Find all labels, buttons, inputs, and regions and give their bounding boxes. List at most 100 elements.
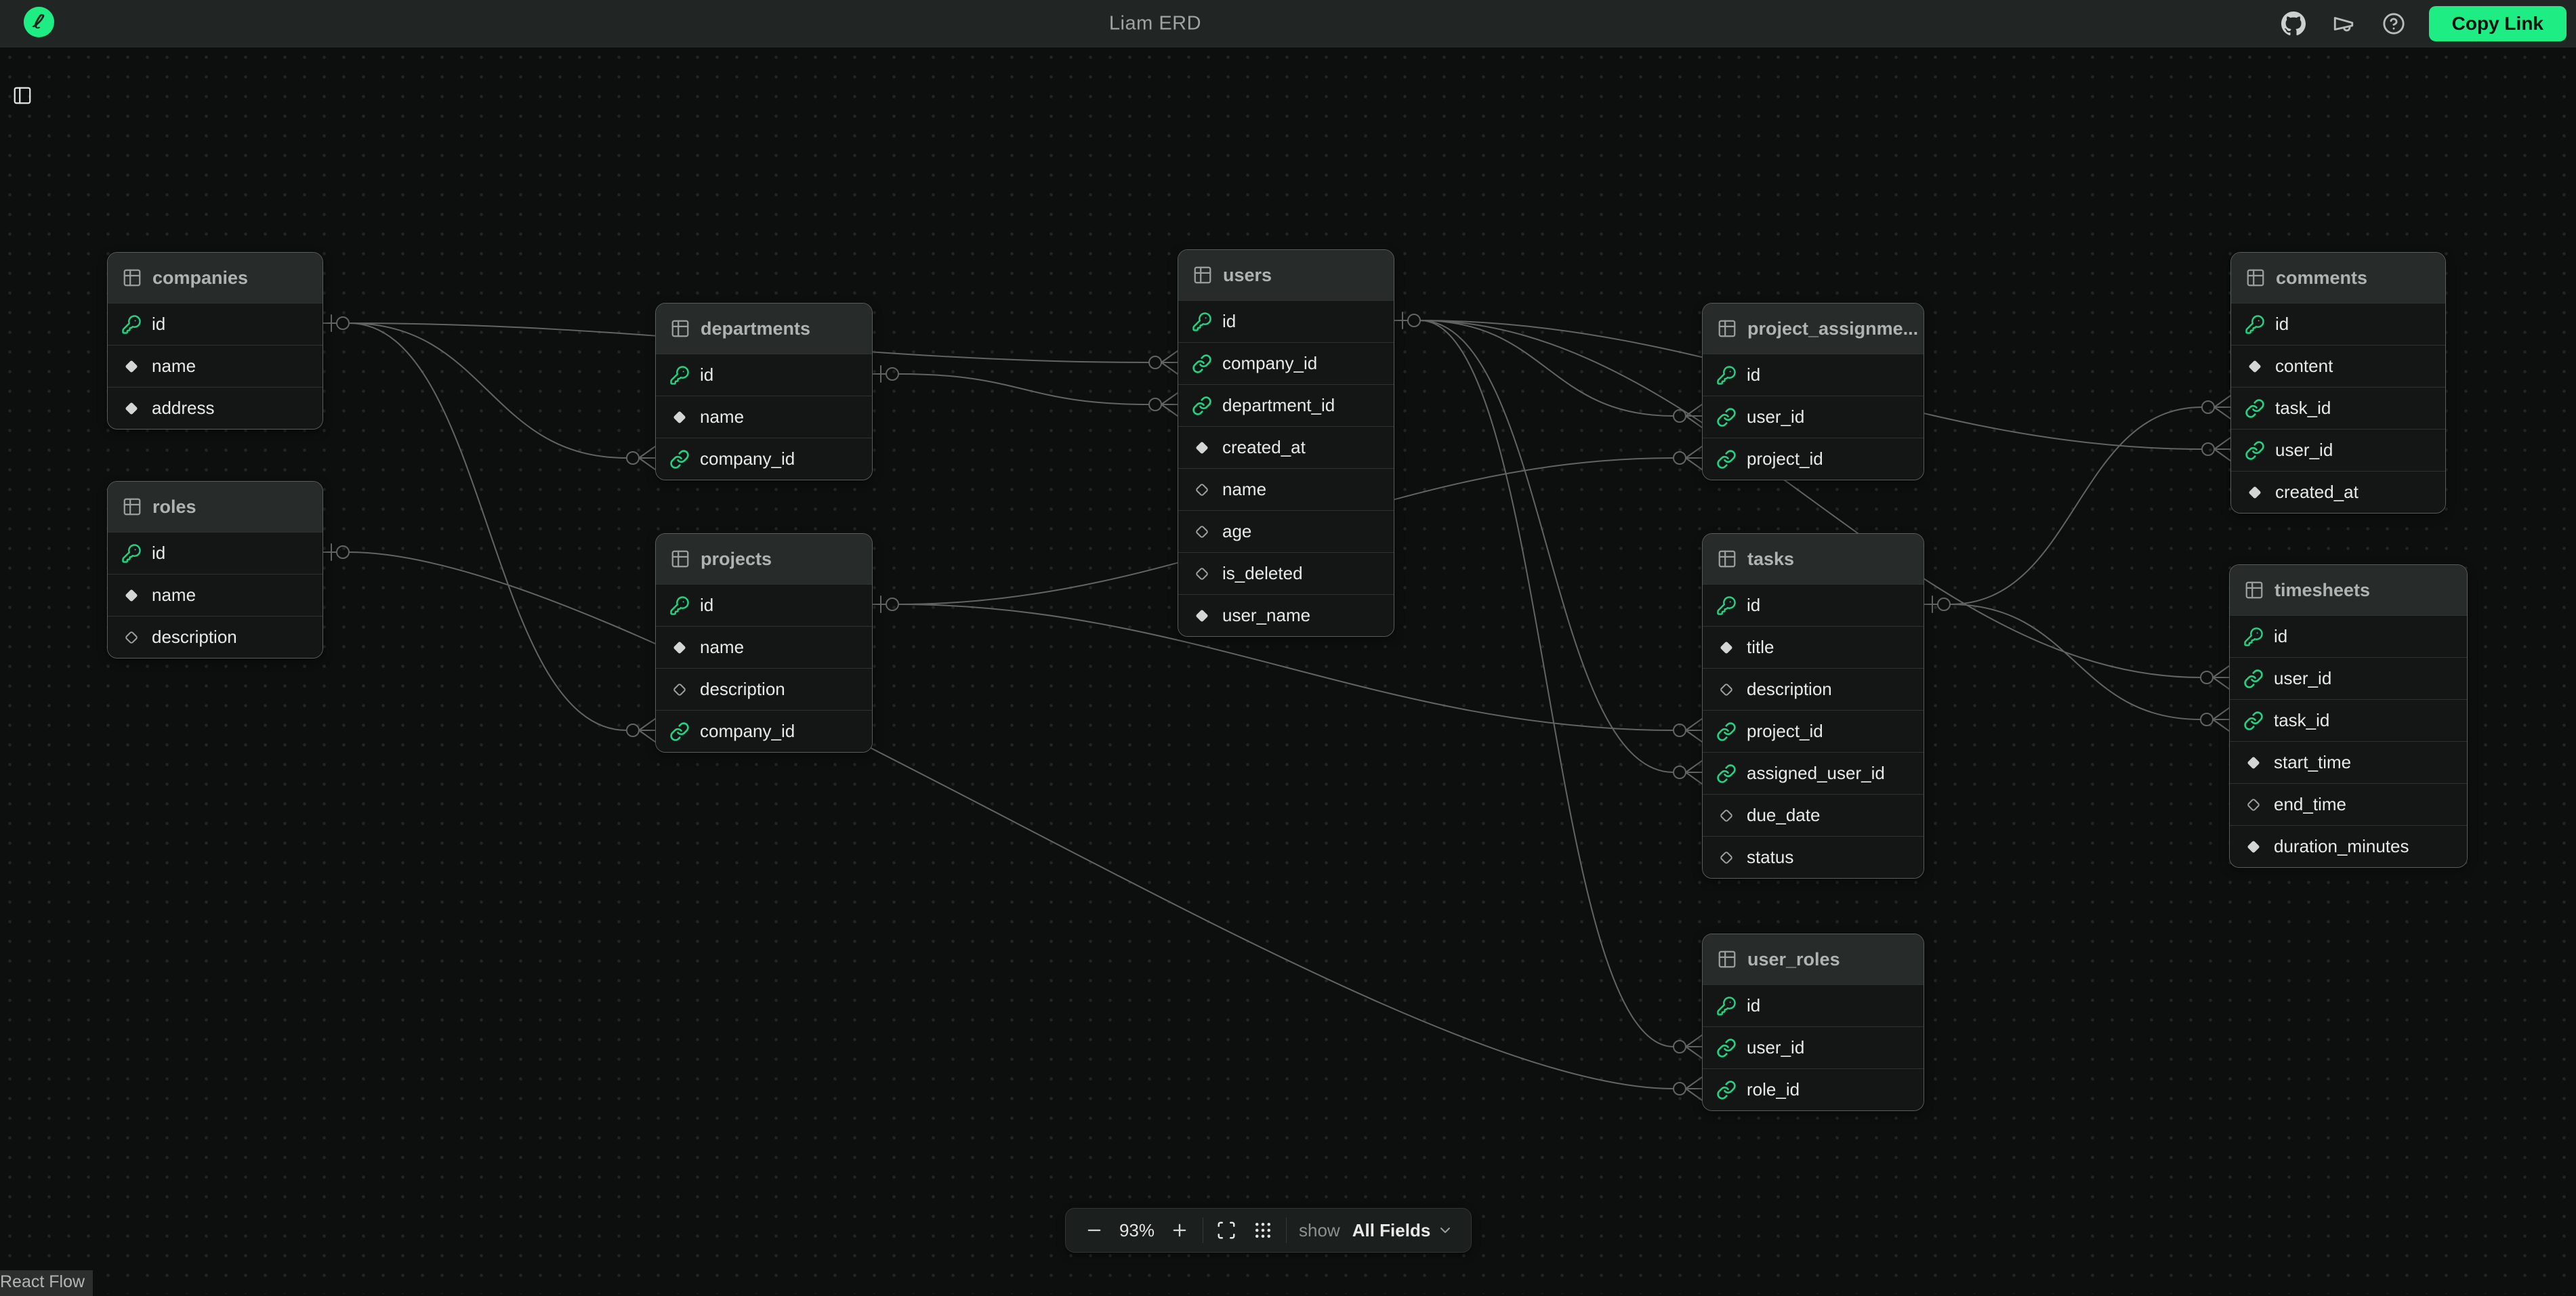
field-row-roles-id[interactable]: id — [108, 532, 323, 574]
field-row-comments-content[interactable]: content — [2231, 345, 2445, 387]
table-title: project_assignme... — [1747, 318, 1918, 339]
field-row-departments-name[interactable]: name — [656, 396, 872, 438]
table-header-timesheets[interactable]: timesheets — [2230, 565, 2467, 615]
table-node-project_assignments[interactable]: project_assignme...iduser_idproject_id — [1702, 303, 1924, 480]
field-label: id — [2274, 626, 2287, 647]
field-row-project_assignments-user_id[interactable]: user_id — [1703, 396, 1924, 438]
field-row-comments-task_id[interactable]: task_id — [2231, 387, 2445, 429]
field-row-users-user_name[interactable]: user_name — [1178, 594, 1394, 636]
zoom-in-button[interactable] — [1166, 1215, 1193, 1245]
tidy-up-button[interactable] — [1249, 1215, 1276, 1245]
field-row-project_assignments-project_id[interactable]: project_id — [1703, 438, 1924, 480]
field-row-timesheets-duration_minutes[interactable]: duration_minutes — [2230, 825, 2467, 867]
field-row-tasks-status[interactable]: status — [1703, 836, 1924, 878]
field-row-tasks-id[interactable]: id — [1703, 584, 1924, 626]
link-icon — [2245, 440, 2265, 461]
field-row-tasks-due_date[interactable]: due_date — [1703, 794, 1924, 836]
field-label: id — [700, 364, 713, 385]
field-label: name — [152, 585, 196, 606]
field-row-users-age[interactable]: age — [1178, 510, 1394, 552]
table-header-project_assignments[interactable]: project_assignme... — [1703, 304, 1924, 354]
field-row-departments-id[interactable]: id — [656, 354, 872, 396]
cardinality-circle — [1149, 398, 1161, 411]
cardinality-circle — [337, 317, 349, 329]
table-header-companies[interactable]: companies — [108, 253, 323, 303]
fields-filter-dropdown[interactable]: All Fields — [1350, 1220, 1457, 1241]
field-row-users-created_at[interactable]: created_at — [1178, 426, 1394, 468]
table-header-departments[interactable]: departments — [656, 304, 872, 354]
key-icon — [121, 543, 142, 564]
field-row-user_roles-id[interactable]: id — [1703, 984, 1924, 1026]
table-header-users[interactable]: users — [1178, 250, 1394, 300]
table-node-tasks[interactable]: tasksidtitledescriptionproject_idassigne… — [1702, 533, 1924, 879]
table-header-roles[interactable]: roles — [108, 482, 323, 532]
table-header-tasks[interactable]: tasks — [1703, 534, 1924, 584]
cardinality-circle — [2202, 443, 2214, 455]
field-row-departments-company_id[interactable]: company_id — [656, 438, 872, 480]
field-row-user_roles-role_id[interactable]: role_id — [1703, 1068, 1924, 1110]
field-row-users-company_id[interactable]: company_id — [1178, 342, 1394, 384]
table-header-projects[interactable]: projects — [656, 534, 872, 584]
diamond-filled-icon — [121, 398, 142, 419]
table-node-user_roles[interactable]: user_rolesiduser_idrole_id — [1702, 934, 1924, 1111]
field-row-roles-name[interactable]: name — [108, 574, 323, 616]
field-row-tasks-assigned_user_id[interactable]: assigned_user_id — [1703, 752, 1924, 794]
field-row-timesheets-end_time[interactable]: end_time — [2230, 783, 2467, 825]
table-node-timesheets[interactable]: timesheets id user_idtask_idstart_timeend_… — [2229, 564, 2468, 868]
erd-canvas[interactable]: companiesidnameaddressrolesidnamedescrip… — [0, 0, 2576, 1294]
field-row-timesheets-user_id[interactable]: user_id — [2230, 657, 2467, 699]
field-row-tasks-title[interactable]: title — [1703, 626, 1924, 668]
github-button[interactable] — [2279, 9, 2308, 39]
sidebar-toggle-button[interactable] — [8, 81, 37, 110]
field-row-projects-id[interactable]: id — [656, 584, 872, 626]
announcements-button[interactable] — [2329, 9, 2359, 39]
liam-logo[interactable]: ℓ — [24, 7, 54, 37]
field-row-tasks-project_id[interactable]: project_id — [1703, 710, 1924, 752]
field-row-companies-name[interactable]: name — [108, 345, 323, 387]
field-row-projects-description[interactable]: description — [656, 668, 872, 710]
react-flow-attribution[interactable]: React Flow — [0, 1270, 93, 1296]
field-row-comments-user_id[interactable]: user_id — [2231, 429, 2445, 471]
field-row-companies-id[interactable]: id — [108, 303, 323, 345]
table-header-comments[interactable]: comments — [2231, 253, 2445, 303]
table-node-projects[interactable]: projectsidnamedescriptioncompany_id — [655, 533, 873, 753]
field-row-user_roles-user_id[interactable]: user_id — [1703, 1026, 1924, 1068]
field-row-users-department_id[interactable]: department_id — [1178, 384, 1394, 426]
field-row-comments-created_at[interactable]: created_at — [2231, 471, 2445, 513]
field-row-users-name[interactable]: name — [1178, 468, 1394, 510]
crows-foot-marker — [2213, 708, 2229, 731]
field-row-timesheets-id[interactable]: id — [2230, 615, 2467, 657]
fit-view-button[interactable] — [1213, 1215, 1240, 1245]
field-row-projects-company_id[interactable]: company_id — [656, 710, 872, 752]
crows-foot-marker — [2214, 438, 2230, 461]
table-node-companies[interactable]: companiesid name address — [107, 252, 323, 430]
link-icon — [1716, 407, 1737, 427]
field-row-comments-id[interactable]: id — [2231, 303, 2445, 345]
table-icon — [2245, 268, 2266, 288]
table-node-departments[interactable]: departments id namecompany_id — [655, 303, 873, 480]
field-label: company_id — [1222, 353, 1317, 374]
table-title: roles — [152, 497, 196, 518]
help-button[interactable] — [2379, 9, 2409, 39]
field-row-timesheets-task_id[interactable]: task_id — [2230, 699, 2467, 741]
field-row-timesheets-start_time[interactable]: start_time — [2230, 741, 2467, 783]
table-node-comments[interactable]: commentsidcontenttask_iduser_idcreated_a… — [2230, 252, 2446, 514]
link-icon — [1716, 722, 1737, 742]
field-row-tasks-description[interactable]: description — [1703, 668, 1924, 710]
field-row-users-is_deleted[interactable]: is_deleted — [1178, 552, 1394, 594]
field-row-project_assignments-id[interactable]: id — [1703, 354, 1924, 396]
table-node-users[interactable]: usersid company_id department_id created_at… — [1178, 249, 1394, 637]
field-row-roles-description[interactable]: description — [108, 616, 323, 658]
fields-filter-value: All Fields — [1352, 1220, 1431, 1241]
zoom-out-button[interactable] — [1081, 1215, 1108, 1245]
table-node-roles[interactable]: roles id name description — [107, 481, 323, 659]
field-row-users-id[interactable]: id — [1178, 300, 1394, 342]
table-header-user_roles[interactable]: user_roles — [1703, 934, 1924, 984]
field-label: created_at — [1222, 437, 1306, 458]
copy-link-button[interactable]: Copy Link — [2429, 6, 2567, 41]
field-row-companies-address[interactable]: address — [108, 387, 323, 429]
diamond-outline-icon — [669, 680, 690, 700]
field-row-projects-name[interactable]: name — [656, 626, 872, 668]
field-label: name — [152, 356, 196, 377]
diamond-outline-icon — [121, 627, 142, 648]
